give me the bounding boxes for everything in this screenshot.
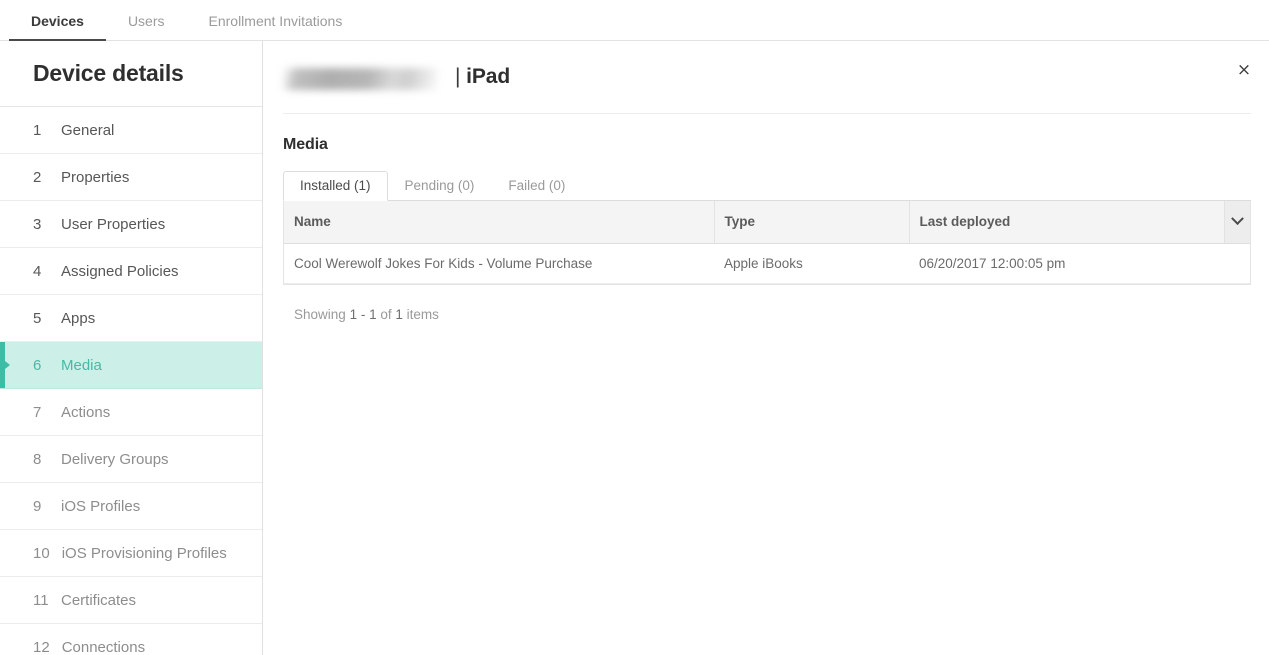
active-pointer-icon: [5, 361, 10, 369]
sidebar-item-number: 3: [33, 215, 42, 233]
sidebar-item-label: Assigned Policies: [61, 262, 179, 280]
media-name-cell: Cool Werewolf Jokes For Kids - Volume Pu…: [284, 243, 714, 284]
sidebar-item-label: Apps: [61, 309, 96, 327]
sidebar-item-number: 10: [33, 544, 50, 562]
table-header-row: Name Type Last deployed: [284, 201, 1250, 244]
column-options-button[interactable]: [1224, 201, 1250, 244]
showing-middle: of: [380, 306, 392, 322]
sidebar-item-label: General: [61, 121, 115, 139]
table-row[interactable]: Cool Werewolf Jokes For Kids - Volume Pu…: [284, 243, 1250, 284]
sidebar-item-connections[interactable]: 12 Connections: [0, 624, 262, 655]
top-tab-list: Devices Users Enrollment Invitations: [0, 0, 1269, 42]
sidebar-item-number: 7: [33, 403, 42, 421]
sidebar-item-number: 4: [33, 262, 42, 280]
device-header: | iPad ×: [263, 41, 1269, 113]
top-tab-enrollment-invitations[interactable]: Enrollment Invitations: [187, 0, 365, 41]
sidebar-item-actions[interactable]: 7 Actions: [0, 389, 262, 436]
showing-total: 1: [395, 306, 403, 322]
sidebar-item-number: 5: [33, 309, 42, 327]
table-header: Name Type Last deployed: [284, 201, 1250, 244]
media-tab-failed[interactable]: Failed (0): [491, 171, 582, 202]
media-panel: Installed (1) Pending (0) Failed (0) Name …: [283, 169, 1251, 358]
media-table: Name Type Last deployed Cool Werewolf Jo…: [284, 201, 1250, 284]
showing-range: 1 - 1: [349, 306, 377, 322]
device-model-label: iPad: [466, 65, 511, 88]
sidebar-item-label: Actions: [61, 403, 111, 421]
panel-spacer: [283, 322, 1251, 358]
media-tab-pending[interactable]: Pending (0): [388, 171, 492, 202]
sidebar-item-label: iOS Provisioning Profiles: [61, 544, 227, 562]
main-content: | iPad × Media Installed (1) Pending (0) F…: [263, 41, 1269, 655]
sidebar-item-label: Media: [61, 356, 102, 374]
sidebar-item-label: Connections: [61, 638, 146, 655]
media-tab-installed[interactable]: Installed (1): [283, 170, 388, 201]
pagination-summary: Showing 1 - 1 of 1 items: [283, 285, 1251, 322]
column-header-name[interactable]: Name: [284, 201, 715, 244]
sidebar-item-number: 6: [33, 356, 42, 374]
sidebar-item-assigned-policies[interactable]: 4 Assigned Policies: [0, 248, 262, 295]
media-type-cell: Apple iBooks: [714, 243, 909, 284]
column-header-type[interactable]: Type: [714, 201, 910, 244]
sidebar-item-number: 2: [33, 168, 42, 186]
sidebar-item-number: 11: [33, 591, 49, 609]
column-header-last-deployed[interactable]: Last deployed: [909, 201, 1225, 244]
showing-prefix: Showing: [294, 306, 346, 322]
top-tab-bar: Devices Users Enrollment Invitations: [0, 0, 1269, 42]
sidebar-item-ios-provisioning-profiles[interactable]: 10 iOS Provisioning Profiles: [0, 530, 262, 577]
sidebar-item-label: Delivery Groups: [61, 450, 169, 468]
sidebar-item-label: iOS Profiles: [61, 497, 141, 515]
page-title: Device details: [0, 41, 262, 107]
chevron-down-icon: [1230, 212, 1244, 226]
sidebar-item-number: 8: [33, 450, 42, 468]
sidebar-item-label: Properties: [61, 168, 130, 186]
sidebar-item-number: 9: [33, 497, 42, 515]
sidebar-item-certificates[interactable]: 11 Certificates: [0, 577, 262, 624]
section-title: Media: [283, 136, 328, 153]
sidebar-item-ios-profiles[interactable]: 9 iOS Profiles: [0, 483, 262, 530]
device-details-sidebar: Device details 1 General 2 Properties 3 User …: [0, 41, 263, 655]
sidebar-item-number: 12: [33, 638, 50, 655]
sidebar-item-delivery-groups[interactable]: 8 Delivery Groups: [0, 436, 262, 483]
sidebar-nav-list: 1 General 2 Properties 3 User Properties 4 Assi…: [0, 107, 262, 655]
top-tab-devices[interactable]: Devices: [9, 0, 106, 42]
close-icon[interactable]: ×: [1231, 57, 1257, 83]
row-spacer-cell: [1224, 243, 1250, 284]
device-name-redacted: [283, 67, 438, 90]
device-title: | iPad: [455, 65, 510, 89]
sidebar-item-number: 1: [33, 121, 42, 139]
top-tab-users[interactable]: Users: [106, 0, 187, 41]
sidebar-item-general[interactable]: 1 General: [0, 107, 262, 154]
showing-suffix: items: [406, 306, 439, 322]
sidebar-item-user-properties[interactable]: 3 User Properties: [0, 201, 262, 248]
table-body: Cool Werewolf Jokes For Kids - Volume Pu…: [284, 243, 1250, 284]
sidebar-item-label: User Properties: [61, 215, 166, 233]
sidebar-item-properties[interactable]: 2 Properties: [0, 154, 262, 201]
sidebar-item-label: Certificates: [61, 591, 137, 609]
media-table-container: Name Type Last deployed Cool Werewolf Jo…: [283, 201, 1251, 285]
sidebar-item-apps[interactable]: 5 Apps: [0, 295, 262, 342]
device-title-separator: |: [455, 65, 461, 88]
sidebar-item-media[interactable]: 6 Media: [0, 342, 262, 389]
media-last-deployed-cell: 06/20/2017 12:00:05 pm: [909, 243, 1224, 284]
media-tab-list: Installed (1) Pending (0) Failed (0): [283, 169, 1251, 201]
